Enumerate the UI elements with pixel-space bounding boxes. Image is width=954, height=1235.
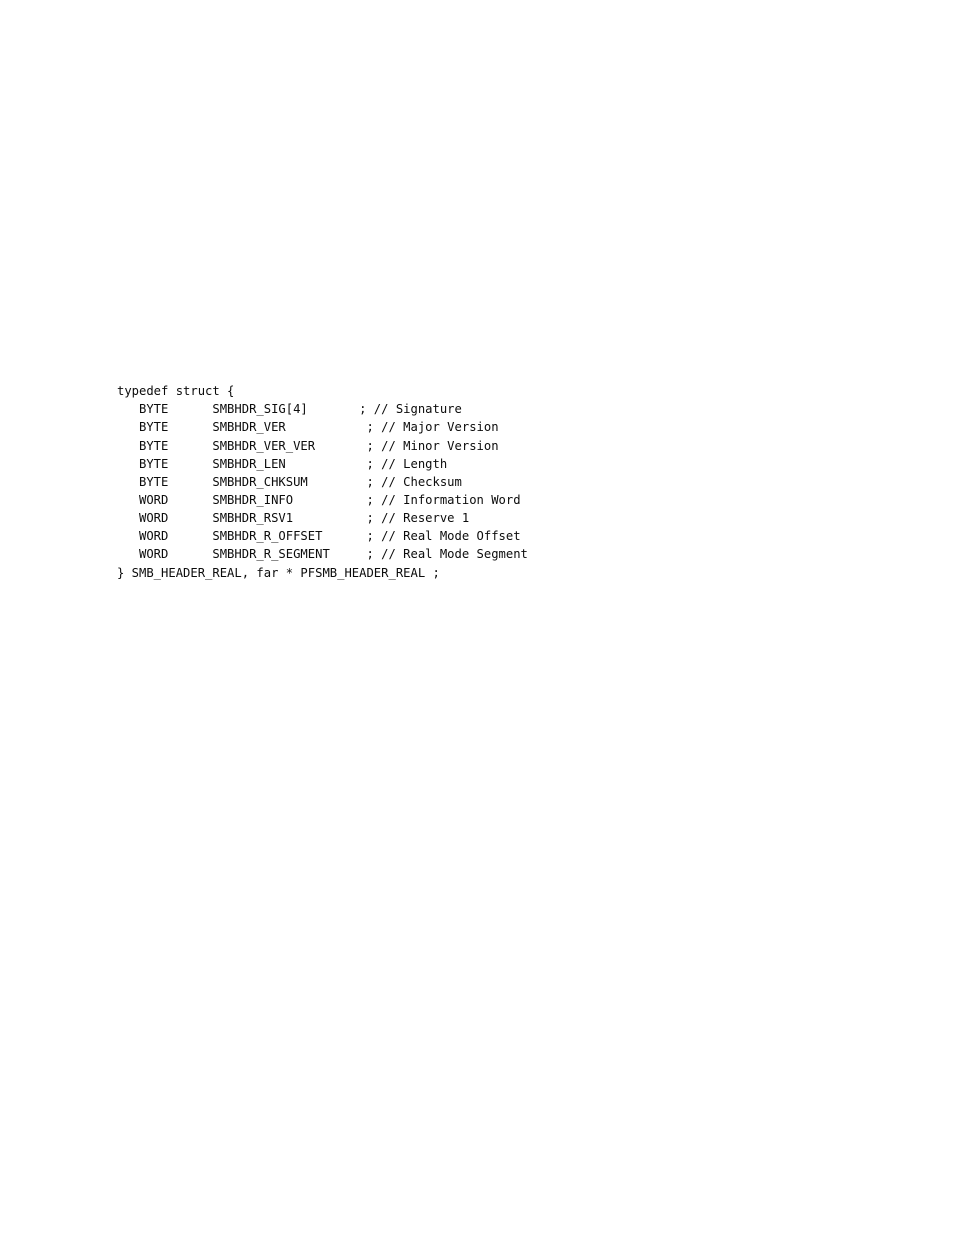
- code-block-smb-header-real: typedef struct { BYTE SMBHDR_SIG[4] ; //…: [117, 382, 528, 582]
- code-line: BYTE SMBHDR_SIG[4] ; // Signature: [117, 402, 462, 417]
- code-line: BYTE SMBHDR_CHKSUM ; // Checksum: [117, 474, 462, 489]
- document-page: typedef struct { BYTE SMBHDR_SIG[4] ; //…: [0, 0, 954, 1235]
- code-line: WORD SMBHDR_R_SEGMENT ; // Real Mode Seg…: [117, 547, 528, 562]
- code-line: BYTE SMBHDR_VER_VER ; // Minor Version: [117, 438, 499, 453]
- code-line: BYTE SMBHDR_VER ; // Major Version: [117, 420, 499, 435]
- code-line: WORD SMBHDR_RSV1 ; // Reserve 1: [117, 511, 470, 526]
- code-line: typedef struct {: [117, 384, 235, 399]
- code-line: WORD SMBHDR_INFO ; // Information Word: [117, 493, 521, 508]
- code-line: } SMB_HEADER_REAL, far * PFSMB_HEADER_RE…: [117, 565, 440, 580]
- code-line: WORD SMBHDR_R_OFFSET ; // Real Mode Offs…: [117, 529, 521, 544]
- code-line: BYTE SMBHDR_LEN ; // Length: [117, 456, 448, 471]
